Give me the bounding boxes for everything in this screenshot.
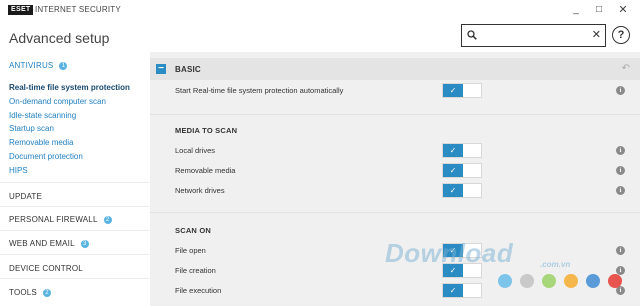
sidebar-divider bbox=[0, 206, 150, 207]
search-clear-button[interactable]: ✕ bbox=[592, 29, 601, 42]
setting-label: Removable media bbox=[175, 166, 236, 175]
sidebar-item-tools[interactable]: TOOLS 2 bbox=[9, 288, 51, 297]
sidebar-item-label: PERSONAL FIREWALL bbox=[9, 215, 98, 224]
check-icon: ✓ bbox=[443, 144, 463, 157]
sidebar-subitem-realtime[interactable]: Real-time file system protection bbox=[9, 81, 130, 95]
watermark-dot bbox=[586, 274, 600, 288]
sidebar-subitem-removable[interactable]: Removable media bbox=[9, 136, 130, 150]
watermark-domain: .com.vn bbox=[540, 260, 571, 269]
setting-label: Start Real-time file system protection a… bbox=[175, 86, 344, 95]
count-badge: 1 bbox=[59, 62, 68, 70]
product-name: INTERNET SECURITY bbox=[35, 5, 121, 14]
sidebar-subitem-document[interactable]: Document protection bbox=[9, 150, 130, 164]
revert-icon[interactable]: ↶ bbox=[622, 63, 630, 74]
count-badge: 2 bbox=[42, 289, 51, 297]
info-icon[interactable]: i bbox=[616, 146, 625, 155]
minimize-button[interactable]: _ bbox=[568, 3, 584, 17]
sidebar: ANTIVIRUS 1 Real-time file system protect… bbox=[0, 52, 150, 306]
maximize-button[interactable]: □ bbox=[591, 3, 607, 17]
info-icon[interactable]: i bbox=[616, 186, 625, 195]
watermark-dot bbox=[520, 274, 534, 288]
sidebar-subitem-hips[interactable]: HIPS bbox=[9, 164, 130, 178]
eset-logo: ESET bbox=[8, 5, 34, 15]
info-icon[interactable]: i bbox=[616, 166, 625, 175]
search-icon bbox=[467, 30, 477, 40]
watermark-dot bbox=[542, 274, 556, 288]
sidebar-divider bbox=[0, 182, 150, 183]
setting-label: File execution bbox=[175, 286, 222, 295]
help-icon[interactable]: ? bbox=[612, 26, 630, 44]
sidebar-item-label: WEB AND EMAIL bbox=[9, 239, 75, 248]
start-realtime-toggle[interactable]: ✓ bbox=[442, 83, 482, 98]
sidebar-divider bbox=[0, 230, 150, 231]
search-box[interactable]: ✕ bbox=[461, 24, 606, 47]
sidebar-divider bbox=[0, 254, 150, 255]
watermark-dot bbox=[564, 274, 578, 288]
setting-label: File open bbox=[175, 246, 206, 255]
group-title-scan-on: SCAN ON bbox=[175, 226, 211, 235]
sidebar-subitem-idle[interactable]: Idle-state scanning bbox=[9, 109, 130, 123]
search-input[interactable] bbox=[482, 27, 587, 44]
setting-label: Local drives bbox=[175, 146, 216, 155]
sidebar-item-label: TOOLS bbox=[9, 288, 37, 297]
group-title-media: MEDIA TO SCAN bbox=[175, 126, 238, 135]
check-icon: ✓ bbox=[443, 164, 463, 177]
file-execution-toggle[interactable]: ✓ bbox=[442, 283, 482, 298]
antivirus-subnav: Real-time file system protection On-dema… bbox=[9, 81, 130, 178]
setting-label: File creation bbox=[175, 266, 216, 275]
check-icon: ✓ bbox=[443, 284, 463, 297]
setting-row: Local drives ✓ i bbox=[150, 141, 640, 161]
check-icon: ✓ bbox=[443, 84, 463, 97]
sidebar-item-web-and-email[interactable]: WEB AND EMAIL 3 bbox=[9, 239, 89, 248]
watermark-dot bbox=[608, 274, 622, 288]
section-title: BASIC bbox=[175, 65, 201, 74]
collapse-icon[interactable]: − bbox=[156, 64, 166, 74]
count-badge: 2 bbox=[103, 216, 112, 224]
sidebar-subitem-ondemand[interactable]: On-demand computer scan bbox=[9, 95, 130, 109]
setting-row: Removable media ✓ i bbox=[150, 161, 640, 181]
close-button[interactable]: ✕ bbox=[615, 3, 631, 17]
local-drives-toggle[interactable]: ✓ bbox=[442, 143, 482, 158]
setting-row: Start Real-time file system protection a… bbox=[150, 81, 640, 101]
sidebar-item-antivirus[interactable]: ANTIVIRUS 1 bbox=[9, 61, 68, 70]
sidebar-item-update[interactable]: UPDATE bbox=[9, 192, 42, 201]
setting-row: Network drives ✓ i bbox=[150, 181, 640, 201]
sidebar-divider bbox=[0, 278, 150, 279]
info-icon[interactable]: i bbox=[616, 86, 625, 95]
count-badge: 3 bbox=[80, 240, 89, 248]
basic-section-header[interactable]: − BASIC ↶ bbox=[150, 58, 640, 80]
sidebar-item-device-control[interactable]: DEVICE CONTROL bbox=[9, 264, 83, 273]
network-drives-toggle[interactable]: ✓ bbox=[442, 183, 482, 198]
sidebar-subitem-startup[interactable]: Startup scan bbox=[9, 122, 130, 136]
sidebar-item-label: ANTIVIRUS bbox=[9, 61, 54, 70]
page-title: Advanced setup bbox=[9, 30, 110, 46]
watermark-logo: Download bbox=[385, 238, 514, 268]
watermark-dot bbox=[498, 274, 512, 288]
removable-media-toggle[interactable]: ✓ bbox=[442, 163, 482, 178]
section-divider bbox=[150, 212, 640, 213]
setting-label: Network drives bbox=[175, 186, 225, 195]
check-icon: ✓ bbox=[443, 184, 463, 197]
section-divider bbox=[150, 114, 640, 115]
title-bar: ESET INTERNET SECURITY _ □ ✕ bbox=[0, 0, 640, 20]
sidebar-item-personal-firewall[interactable]: PERSONAL FIREWALL 2 bbox=[9, 215, 112, 224]
info-icon[interactable]: i bbox=[616, 246, 625, 255]
